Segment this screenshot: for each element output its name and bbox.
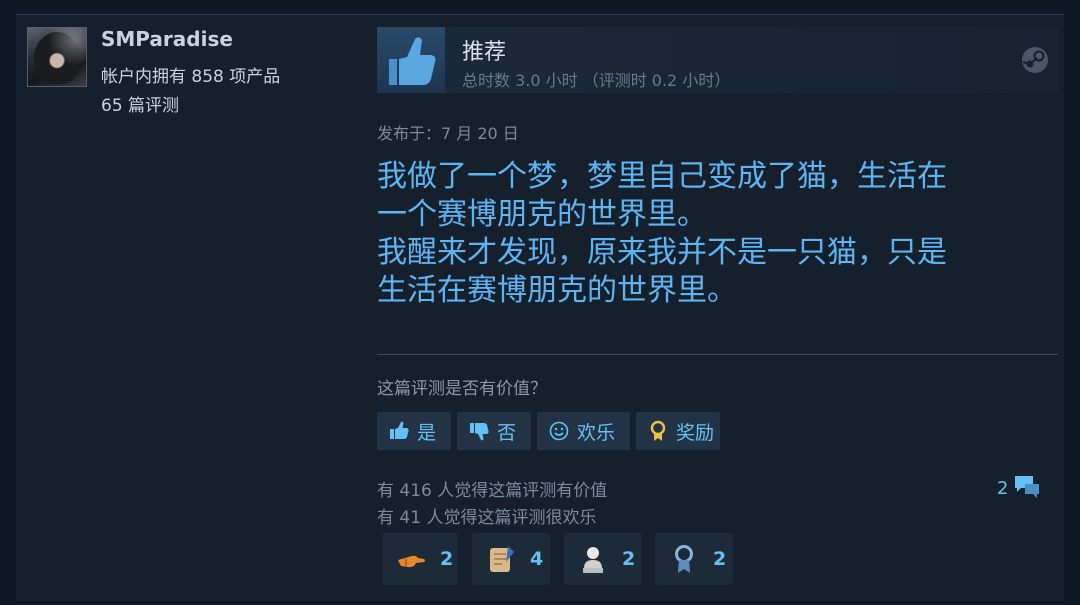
scroll-quill-icon [484,542,518,576]
award-medal-icon [646,419,670,443]
funny-count: 有 41 人觉得这篇评测很欢乐 [377,508,597,528]
award-item[interactable]: 2 [382,533,458,585]
vote-no-button[interactable]: 否 [457,412,531,450]
award-count: 2 [440,548,454,570]
bust-statue-icon [576,542,610,576]
vote-no-label: 否 [497,421,517,444]
posted-date: 发布于：7 月 20 日 [377,124,519,143]
vote-yes-button[interactable]: 是 [377,412,451,450]
helpful-count: 有 416 人觉得这篇评测有价值 [377,481,608,501]
vote-yes-label: 是 [417,421,437,444]
divider [377,354,1058,355]
vote-funny-label: 欢乐 [577,421,616,444]
thumbs-up-icon [387,419,411,443]
recommendation-header[interactable]: 推荐 总时数 3.0 小时 （评测时 0.2 小时） [377,27,1059,93]
avatar[interactable] [27,27,87,87]
steam-logo-icon [1021,46,1049,78]
thumbs-up-icon [377,27,445,93]
award-count: 4 [530,548,544,570]
award-count: 2 [622,548,636,570]
vote-funny-button[interactable]: 欢乐 [537,412,630,450]
ribbon-medal-icon [667,542,701,576]
comments-link[interactable]: 2 [997,473,1041,503]
award-item[interactable]: 2 [564,533,642,585]
pointing-hand-icon [394,542,428,576]
award-label: 奖励 [676,421,715,444]
comment-count: 2 [997,477,1009,499]
comment-bubble-icon [1013,473,1041,503]
review-body: 我做了一个梦，梦里自己变成了猫，生活在 一个赛博朋克的世界里。 我醒来才发现，原… [377,159,947,308]
playtime-hours: 总时数 3.0 小时 （评测时 0.2 小时） [462,71,731,90]
author-name[interactable]: SMParadise [101,27,233,51]
thumbs-down-icon [467,419,491,443]
helpful-question: 这篇评测是否有价值？ [377,379,547,399]
author-reviews-count[interactable]: 65 篇评测 [101,91,179,116]
author-products-count[interactable]: 帐户内拥有 858 项产品 [101,62,280,87]
recommendation-title: 推荐 [462,40,507,65]
award-count: 2 [713,548,727,570]
award-item[interactable]: 2 [655,533,733,585]
smiley-icon [547,419,571,443]
award-item[interactable]: 4 [472,533,550,585]
award-button[interactable]: 奖励 [636,412,720,450]
